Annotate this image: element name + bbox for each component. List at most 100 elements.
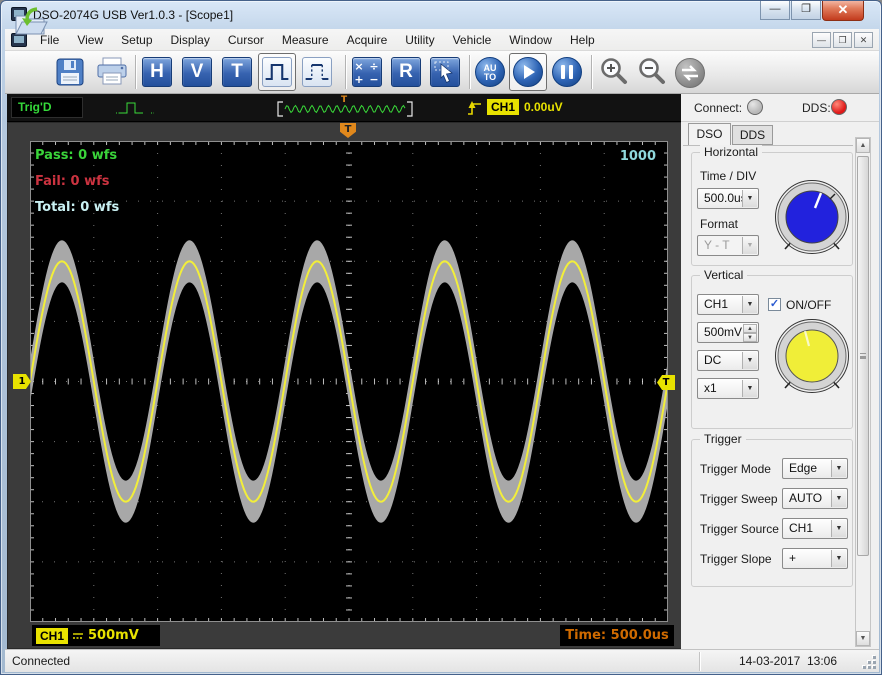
menu-item-acquire[interactable]: Acquire bbox=[338, 30, 397, 50]
trigger-system-button[interactable]: T bbox=[222, 57, 252, 87]
menu-item-measure[interactable]: Measure bbox=[273, 30, 338, 50]
panel-scrollbar[interactable]: ▲ ▼ bbox=[855, 137, 871, 647]
volts-div-spinner[interactable]: 500mV ▲ ▼ bbox=[697, 322, 759, 343]
toolbar-separator bbox=[469, 55, 470, 89]
zoom-out-icon bbox=[639, 58, 665, 84]
menu-item-view[interactable]: View bbox=[68, 30, 112, 50]
trigger-slope-value: + bbox=[789, 551, 797, 565]
trigger-level-value: 0.00uV bbox=[524, 100, 563, 114]
scrollbar-up-icon[interactable]: ▲ bbox=[856, 138, 870, 153]
maximize-button[interactable]: ❐ bbox=[791, 1, 821, 20]
save-button[interactable] bbox=[55, 57, 85, 87]
trigger-source-dropdown[interactable]: CH1 ▼ bbox=[782, 518, 848, 539]
control-panel: DSO DDS Horizontal Time / DIV 500.0us ▼ … bbox=[681, 122, 879, 649]
run-button[interactable] bbox=[509, 53, 547, 91]
zoom-in-icon bbox=[601, 58, 627, 84]
time-div-label: Time / DIV bbox=[700, 169, 757, 183]
scope-plot-area[interactable]: Pass: 0 wfs Fail: 0 wfs Total: 0 wfs 100… bbox=[29, 141, 669, 623]
autoset-button[interactable]: AU TO bbox=[475, 57, 505, 87]
menu-bar: File View Setup Display Cursor Measure Acquire… bbox=[5, 29, 879, 51]
pulse-icon bbox=[265, 63, 289, 81]
horizontal-knob[interactable] bbox=[774, 179, 850, 257]
vertical-knob[interactable] bbox=[774, 318, 850, 396]
minimize-button[interactable]: — bbox=[760, 1, 790, 20]
spinner-down-icon[interactable]: ▼ bbox=[743, 333, 757, 342]
trigger-sweep-dropdown[interactable]: AUTO ▼ bbox=[782, 488, 848, 509]
dds-label: DDS: bbox=[802, 101, 831, 115]
trigger-mode-value: Edge bbox=[789, 461, 818, 475]
pause-button[interactable] bbox=[552, 57, 582, 87]
channel-value: CH1 bbox=[704, 297, 729, 311]
close-button[interactable]: ✕ bbox=[822, 1, 864, 21]
pass-count: Pass: 0 wfs bbox=[35, 148, 118, 163]
trigger-slope-dropdown[interactable]: + ▼ bbox=[782, 548, 848, 569]
trigger-mode-label: Trigger Mode bbox=[700, 462, 771, 476]
waveform-canvas bbox=[29, 141, 669, 623]
vertical-group: Vertical CH1 ▼ ✓ ON/OFF 500mV ▲ ▼ DC ▼ x… bbox=[691, 268, 853, 429]
mdi-window-buttons: — ❐ ✕ bbox=[810, 32, 873, 48]
horizontal-group-label: Horizontal bbox=[700, 145, 763, 159]
mdi-restore-button[interactable]: ❐ bbox=[833, 32, 852, 48]
status-separator bbox=[699, 652, 700, 671]
trigger-channel-badge: CH1 bbox=[487, 99, 520, 115]
scrollbar-grip bbox=[860, 353, 866, 357]
mdi-close-button[interactable]: ✕ bbox=[854, 32, 873, 48]
status-bar: Connected 14-03-2017 13:06 bbox=[5, 649, 879, 672]
chevron-down-icon: ▼ bbox=[742, 380, 757, 397]
dds-indicator bbox=[831, 99, 847, 115]
vertical-system-button[interactable]: V bbox=[182, 57, 212, 87]
menu-item-setup[interactable]: Setup bbox=[112, 30, 161, 50]
open-button[interactable] bbox=[13, 6, 49, 38]
time-div-value: 500.0us bbox=[704, 191, 747, 205]
swap-button[interactable] bbox=[675, 58, 705, 88]
math-button[interactable]: × ÷ + − bbox=[352, 57, 382, 87]
tab-dds[interactable]: DDS bbox=[732, 125, 773, 145]
format-dropdown[interactable]: Y - T ▼ bbox=[697, 235, 759, 256]
format-value: Y - T bbox=[704, 238, 730, 252]
menu-item-vehicle[interactable]: Vehicle bbox=[444, 30, 501, 50]
menu-item-window[interactable]: Window bbox=[500, 30, 561, 50]
datetime-text: 14-03-2017 13:06 bbox=[738, 654, 838, 668]
coupling-dropdown[interactable]: DC ▼ bbox=[697, 350, 759, 371]
horizontal-system-button[interactable]: H bbox=[142, 57, 172, 87]
channel1-ground-marker[interactable]: 1 bbox=[13, 374, 31, 389]
pulse-dashed-icon bbox=[305, 63, 329, 81]
channel-info-box: CH1 500mV bbox=[32, 625, 160, 646]
trigger-slope-label: Trigger Slope bbox=[700, 552, 772, 566]
buffer-position-preview[interactable]: T bbox=[275, 95, 415, 121]
channel-onoff-checkbox[interactable]: ✓ bbox=[768, 298, 781, 311]
trigger-position-marker[interactable]: T bbox=[340, 123, 356, 138]
pulse-alt-mode-button[interactable] bbox=[302, 57, 332, 87]
menu-item-cursor[interactable]: Cursor bbox=[219, 30, 273, 50]
reference-button[interactable]: R bbox=[391, 57, 421, 87]
channel-badge: CH1 bbox=[36, 627, 69, 644]
mdi-minimize-button[interactable]: — bbox=[812, 32, 831, 48]
scrollbar-thumb[interactable] bbox=[857, 156, 869, 556]
vertical-group-label: Vertical bbox=[700, 268, 748, 282]
spinner-up-icon[interactable]: ▲ bbox=[743, 324, 757, 333]
pulse-mode-button[interactable] bbox=[258, 53, 296, 91]
menu-item-display[interactable]: Display bbox=[162, 30, 219, 50]
dc-coupling-icon bbox=[73, 632, 84, 639]
cursor-arrow-icon bbox=[434, 61, 453, 84]
auto-label-line2: TO bbox=[483, 72, 497, 82]
math-operators-icon: × ÷ + − bbox=[354, 60, 378, 86]
time-info-box: Time: 500.0us bbox=[560, 625, 674, 646]
scope-display-frame: Pass: 0 wfs Fail: 0 wfs Total: 0 wfs 100… bbox=[7, 122, 683, 649]
scrollbar-down-icon[interactable]: ▼ bbox=[856, 631, 870, 646]
cursor-select-button[interactable] bbox=[430, 57, 460, 87]
time-div-dropdown[interactable]: 500.0us ▼ bbox=[697, 188, 759, 209]
menu-item-help[interactable]: Help bbox=[561, 30, 604, 50]
tab-dso[interactable]: DSO bbox=[688, 123, 731, 145]
print-button[interactable] bbox=[95, 57, 129, 87]
trigger-mode-dropdown[interactable]: Edge ▼ bbox=[782, 458, 848, 479]
zoom-in-button[interactable] bbox=[598, 56, 630, 88]
channel-dropdown[interactable]: CH1 ▼ bbox=[697, 294, 759, 315]
connection-status-text: Connected bbox=[12, 654, 71, 668]
probe-dropdown[interactable]: x1 ▼ bbox=[697, 378, 759, 399]
title-bar: DSO-2074G USB Ver1.0.3 - [Scope1] — ❐ ✕ bbox=[1, 1, 881, 29]
fail-count: Fail: 0 wfs bbox=[35, 174, 110, 189]
menu-item-utility[interactable]: Utility bbox=[396, 30, 443, 50]
zoom-out-button[interactable] bbox=[636, 56, 668, 88]
save-floppy-icon bbox=[56, 58, 84, 86]
